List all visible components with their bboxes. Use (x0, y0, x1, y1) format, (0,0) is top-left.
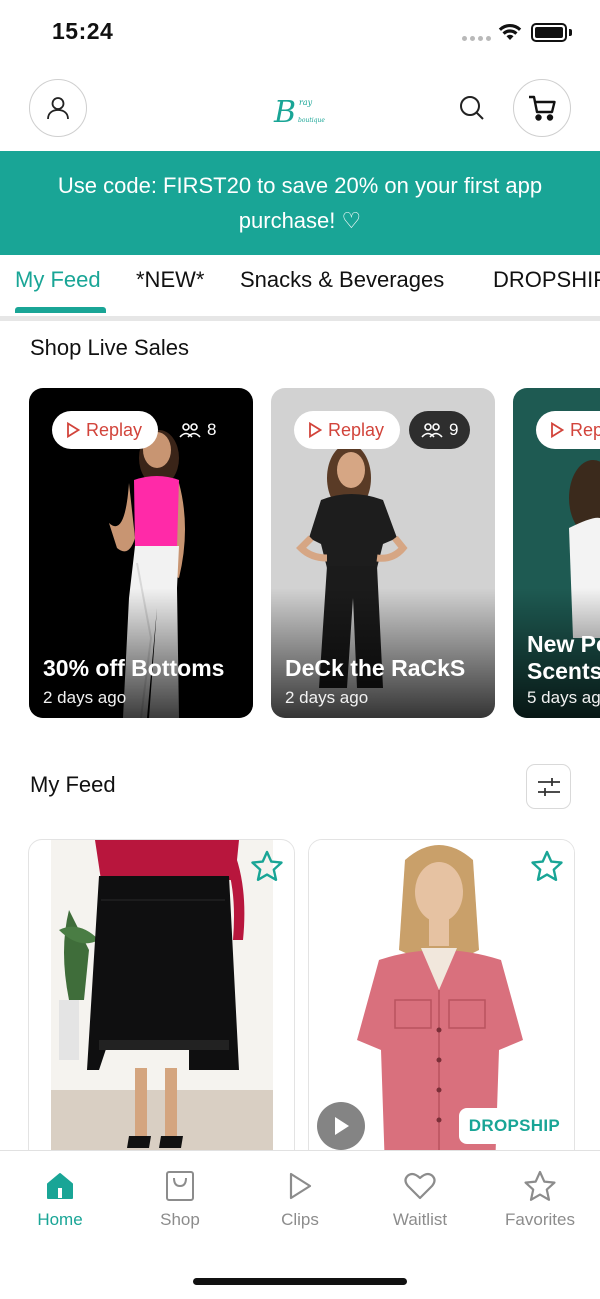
battery-icon (531, 23, 567, 42)
play-outline-icon (551, 422, 564, 438)
signal-dots-icon (462, 36, 491, 41)
live-sale-card[interactable]: Replay 9 DeCk the RaCkS 2 days ago (271, 388, 495, 718)
live-sale-time: 2 days ago (285, 688, 369, 707)
nav-favorites[interactable]: Favorites (480, 1168, 600, 1230)
live-sale-card[interactable]: Replay 8 30% off Bottoms 2 days ago (29, 388, 253, 718)
nav-home-label: Home (37, 1210, 83, 1229)
viewer-count-value: 8 (207, 420, 217, 439)
play-outline-icon (309, 422, 322, 438)
feed-title: My Feed (30, 772, 116, 797)
status-time: 15:24 (52, 18, 114, 44)
svg-text:boutique: boutique (298, 117, 325, 124)
home-icon (47, 1173, 73, 1199)
nav-clips[interactable]: Clips (240, 1168, 360, 1230)
tab-dropship[interactable]: DROPSHIP (493, 267, 600, 293)
home-indicator[interactable] (193, 1278, 407, 1285)
live-sale-time: 2 days ago (43, 688, 127, 707)
dropship-badge: DROPSHIP (458, 1108, 570, 1144)
product-card[interactable] (28, 839, 295, 1169)
favorite-button[interactable] (530, 850, 564, 888)
viewer-count-value: 9 (449, 420, 459, 439)
replay-label: Replay (570, 419, 600, 440)
live-sale-time: 5 days ag (527, 688, 600, 707)
live-sale-card[interactable]: Replay New Po Scents 5 days ag (513, 388, 600, 718)
tab-snacks-beverages[interactable]: Snacks & Beverages (240, 267, 444, 293)
app-header: B ray boutique (0, 72, 600, 150)
cart-icon (529, 95, 556, 121)
viewers-icon (179, 423, 201, 438)
product-image (51, 840, 273, 1168)
tabs-divider (0, 316, 600, 321)
shopping-bag-icon (166, 1171, 194, 1201)
promo-banner[interactable]: Use code: FIRST20 to save 20% on your fi… (0, 151, 600, 255)
live-sale-title: DeCk the RaCkS (285, 655, 466, 681)
active-tab-indicator (15, 307, 106, 313)
account-button[interactable] (29, 79, 87, 137)
play-icon (289, 1172, 312, 1200)
nav-favorites-label: Favorites (505, 1210, 575, 1229)
replay-button[interactable]: Replay (294, 411, 401, 449)
viewer-count: 8 (167, 411, 228, 449)
category-tabs: My Feed *NEW* Snacks & Beverages DROPSHI… (0, 255, 600, 317)
nav-home[interactable]: Home (0, 1168, 120, 1230)
sliders-icon (537, 777, 560, 796)
wifi-icon (498, 23, 522, 40)
viewer-count: 9 (409, 411, 471, 449)
search-button[interactable] (456, 92, 488, 124)
status-bar: 15:24 (0, 0, 600, 66)
nav-shop[interactable]: Shop (120, 1168, 240, 1230)
live-sales-title: Shop Live Sales (30, 335, 189, 360)
favorite-button[interactable] (250, 850, 284, 888)
search-icon (460, 96, 484, 120)
viewers-icon (421, 423, 443, 438)
video-play-button[interactable] (317, 1102, 365, 1150)
nav-waitlist[interactable]: Waitlist (360, 1168, 480, 1230)
user-icon (47, 97, 69, 120)
replay-button[interactable]: Replay (52, 411, 159, 449)
live-sale-title: 30% off Bottoms (43, 655, 225, 681)
bottom-navigation: Home Shop Clips Waitlist Favorites (0, 1150, 600, 1299)
filter-button[interactable] (526, 764, 571, 809)
replay-label: Replay (328, 419, 385, 440)
nav-waitlist-label: Waitlist (392, 1210, 448, 1229)
svg-text:ray: ray (299, 98, 313, 107)
nav-clips-label: Clips (281, 1210, 319, 1229)
tab-new[interactable]: *NEW* (136, 267, 204, 293)
nav-shop-label: Shop (160, 1210, 200, 1229)
heart-icon (404, 1172, 436, 1200)
cart-button[interactable] (513, 79, 571, 137)
bray-boutique-logo[interactable]: B ray boutique (270, 88, 332, 132)
battery-tip (569, 29, 572, 36)
star-outline-icon (531, 850, 563, 881)
product-card[interactable]: DROPSHIP (308, 839, 575, 1169)
live-sale-title: New Po Scents (527, 631, 600, 684)
svg-text:B: B (273, 95, 296, 130)
play-icon (335, 1117, 349, 1135)
star-icon (524, 1170, 556, 1201)
replay-button[interactable]: Replay (536, 411, 600, 449)
replay-label: Replay (86, 419, 143, 440)
tab-my-feed[interactable]: My Feed (15, 267, 101, 293)
star-outline-icon (251, 850, 283, 881)
play-outline-icon (67, 422, 80, 438)
